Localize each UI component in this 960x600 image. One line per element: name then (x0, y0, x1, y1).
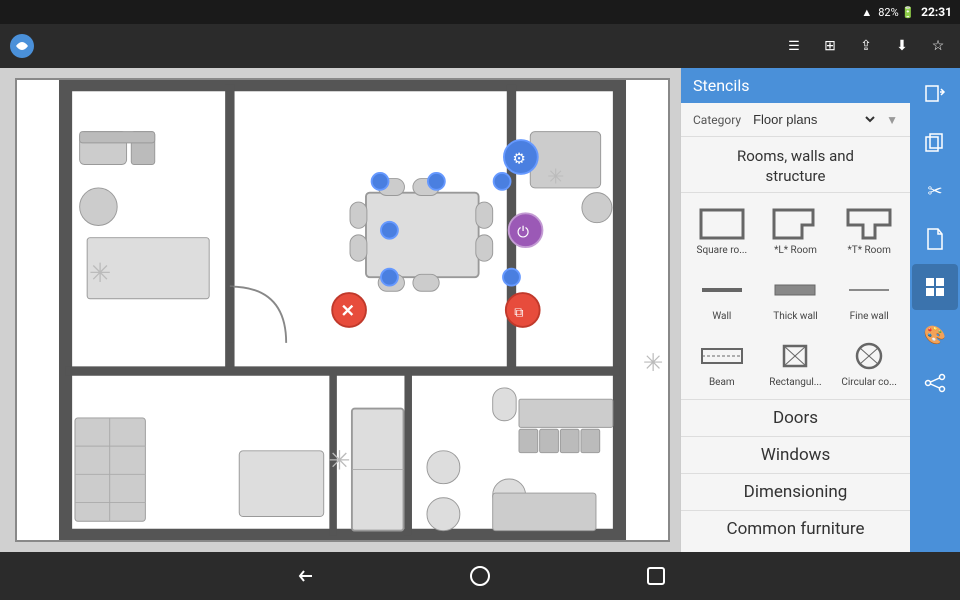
back-button[interactable] (286, 558, 322, 594)
thick-wall-shape (768, 272, 822, 308)
dimensioning-section[interactable]: Dimensioning (681, 473, 910, 510)
svg-text:✳: ✳ (89, 259, 111, 289)
stencil-wall-label: Wall (712, 311, 731, 322)
status-bar: ▲ 82% 🔋 22:31 (0, 0, 960, 24)
circ-col-shape (842, 338, 896, 374)
apps-grid-button[interactable] (912, 264, 958, 310)
doors-section[interactable]: Doors (681, 399, 910, 436)
windows-section[interactable]: Windows (681, 436, 910, 473)
rect-col-shape (768, 338, 822, 374)
grid-icon[interactable]: ⊞ (816, 32, 844, 60)
top-bar: ☰ ⊞ ⇪ ⬇ ☆ (0, 24, 960, 68)
svg-text:✳: ✳ (643, 348, 663, 377)
section-title: Rooms, walls andstructure (681, 137, 910, 193)
beam-shape (695, 338, 749, 374)
stencil-fine-wall[interactable]: Fine wall (834, 265, 904, 327)
svg-text:✳: ✳ (547, 165, 564, 189)
stencil-grid: Square ro... *L* Room *T* Room (681, 193, 910, 399)
share-icon[interactable]: ⇪ (852, 32, 880, 60)
svg-text:✳: ✳ (328, 447, 350, 477)
file-new-button[interactable] (912, 216, 958, 262)
share-nodes-button[interactable] (912, 360, 958, 406)
home-button[interactable] (462, 558, 498, 594)
svg-text:⚙: ⚙ (512, 150, 525, 168)
app-logo[interactable] (8, 32, 36, 60)
status-time: 22:31 (921, 5, 952, 19)
square-room-shape (695, 206, 749, 242)
stencil-t-room[interactable]: *T* Room (834, 199, 904, 261)
battery-icon: 82% 🔋 (878, 6, 915, 19)
stencil-t-room-label: *T* Room (847, 245, 890, 256)
stencil-rect-col-label: Rectangul... (769, 377, 821, 388)
download-icon[interactable]: ⬇ (888, 32, 916, 60)
stencil-circ-col[interactable]: Circular co... (834, 331, 904, 393)
stencil-beam[interactable]: Beam (687, 331, 757, 393)
category-row: Category Floor plans ▼ (681, 103, 910, 137)
sidebar-toolbar: ✂ 🎨 (910, 68, 960, 552)
stencil-beam-label: Beam (709, 377, 735, 388)
svg-text:⧉: ⧉ (514, 306, 523, 321)
stencil-l-room-label: *L* Room (774, 245, 817, 256)
stencil-thick-wall[interactable]: Thick wall (761, 265, 831, 327)
stencil-l-room[interactable]: *L* Room (761, 199, 831, 261)
stencil-square-room-label: Square ro... (697, 245, 748, 256)
canvas-area[interactable]: ✳ ✳ ✳ ✳ ✳ (0, 68, 680, 552)
svg-text:⏻: ⏻ (517, 223, 529, 241)
recents-button[interactable] (638, 558, 674, 594)
fine-wall-shape (842, 272, 896, 308)
bookmark-icon[interactable]: ☆ (924, 32, 952, 60)
floor-plan[interactable]: ✳ ✳ ✳ ✳ ✳ (15, 78, 670, 542)
stencil-thick-wall-label: Thick wall (773, 311, 818, 322)
wall-shape (695, 272, 749, 308)
scissors-button[interactable]: ✂ (912, 168, 958, 214)
main-layout: ✳ ✳ ✳ ✳ ✳ (0, 68, 960, 552)
stencil-wall[interactable]: Wall (687, 265, 757, 327)
menu-icon-1[interactable]: ☰ (780, 32, 808, 60)
stencils-title: Stencils (681, 68, 910, 103)
svg-text:✕: ✕ (341, 302, 355, 322)
bottom-bar (0, 552, 960, 600)
category-select[interactable]: Floor plans (749, 111, 878, 128)
copy-stencil-button[interactable] (912, 120, 958, 166)
stencil-square-room[interactable]: Square ro... (687, 199, 757, 261)
palette-button[interactable]: 🎨 (912, 312, 958, 358)
stencil-rect-col[interactable]: Rectangul... (761, 331, 831, 393)
dropdown-arrow: ▼ (886, 113, 898, 127)
l-room-shape (768, 206, 822, 242)
category-label: Category (693, 113, 741, 127)
t-room-shape (842, 206, 896, 242)
furniture-section[interactable]: Common furniture (681, 510, 910, 547)
stencil-circ-col-label: Circular co... (841, 377, 897, 388)
wifi-icon: ▲ (861, 6, 872, 19)
export-button[interactable] (912, 72, 958, 118)
stencil-fine-wall-label: Fine wall (850, 311, 889, 322)
stencils-panel: Stencils Category Floor plans ▼ Rooms, w… (680, 68, 910, 552)
